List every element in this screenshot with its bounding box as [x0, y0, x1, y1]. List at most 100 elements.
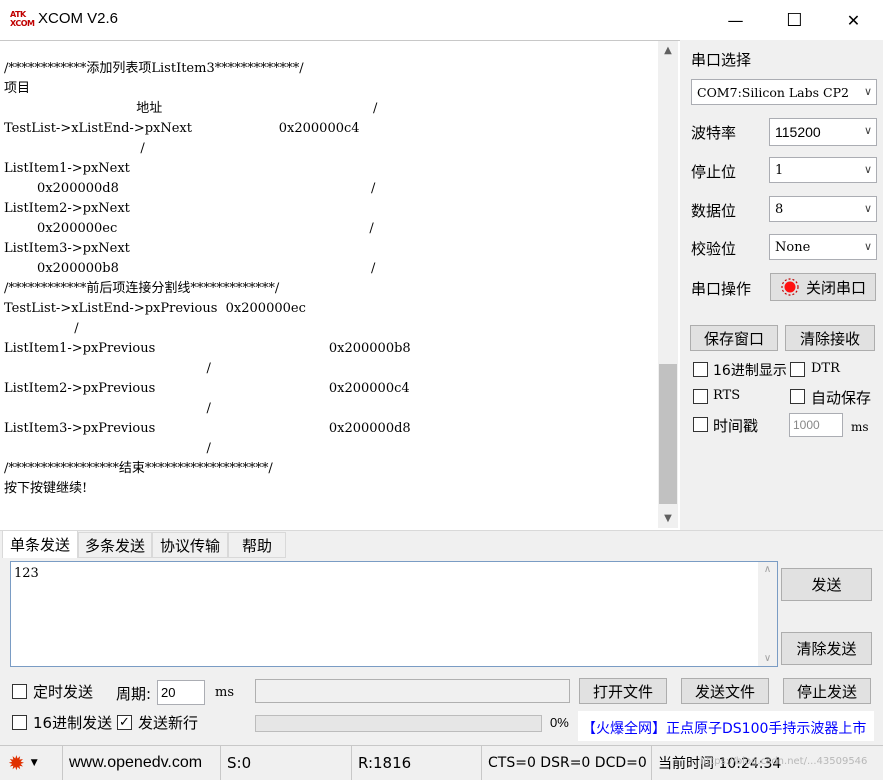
parity-value: None: [775, 239, 811, 255]
title-bar: ATK XCOM XCOM V2.6 — ☐ ✕: [0, 0, 883, 40]
watermark: https://blog.csdn.net/...43509546: [700, 756, 868, 767]
scroll-up-icon[interactable]: ∧: [758, 564, 777, 575]
period-ms-label: ms: [215, 685, 234, 700]
receive-line: /: [4, 401, 211, 416]
sent-count: S:0: [220, 746, 348, 780]
scroll-down-icon[interactable]: ▼: [658, 509, 678, 527]
receive-line: ListItem1->pxNext: [4, 161, 130, 176]
baud-label: 波特率: [691, 124, 737, 142]
auto-save-checkbox[interactable]: [790, 389, 805, 404]
receive-line: ListItem3->pxPrevious 0x200000d8: [4, 421, 411, 436]
scroll-down-icon[interactable]: ∨: [758, 653, 777, 664]
send-text: 123: [14, 566, 39, 581]
timed-send-checkbox[interactable]: [12, 684, 27, 699]
timestamp-ms-label: ms: [851, 420, 869, 434]
close-port-label: 关闭串口: [805, 278, 866, 297]
ad-text[interactable]: 【火爆全网】正点原子DS100手持示波器上市: [582, 718, 866, 738]
auto-save-label: 自动保存: [811, 389, 872, 407]
receive-line: /************前后项连接分割线*************/: [4, 281, 280, 296]
receive-area[interactable]: /************添加列表项ListItem3*************…: [0, 40, 680, 530]
logo-line-1: ATK: [10, 10, 26, 19]
tab-help[interactable]: 帮助: [228, 532, 286, 558]
save-window-button[interactable]: 保存窗口: [690, 325, 778, 351]
stop-bits-label: 停止位: [691, 163, 737, 181]
receive-line: 0x200000b8 /: [4, 261, 376, 276]
baud-select[interactable]: 115200 ∨: [769, 118, 877, 146]
receive-line: /************添加列表项ListItem3*************…: [4, 61, 304, 76]
hex-display-checkbox[interactable]: [693, 362, 708, 377]
receive-line: /*****************结束*******************/: [4, 461, 273, 476]
settings-menu[interactable]: ✹ ▼: [8, 752, 52, 774]
receive-line: /: [4, 361, 211, 376]
send-scrollbar[interactable]: ∧ ∨: [758, 562, 777, 666]
send-newline-checkbox[interactable]: ✓: [117, 715, 132, 730]
dtr-label: DTR: [811, 361, 840, 376]
maximize-button[interactable]: ☐: [765, 0, 824, 40]
file-path-field[interactable]: [255, 679, 570, 703]
scroll-thumb[interactable]: [659, 364, 677, 504]
receive-scrollbar[interactable]: ▲ ▼: [658, 41, 678, 528]
parity-select[interactable]: None ∨: [769, 234, 877, 260]
receive-line: /: [4, 321, 79, 336]
tab-divider: [0, 530, 883, 531]
minimize-button[interactable]: —: [706, 0, 765, 40]
clear-send-button[interactable]: 清除发送: [781, 632, 872, 665]
timed-send-label: 定时发送: [33, 683, 94, 701]
port-select[interactable]: COM7:Silicon Labs CP2 ∨: [691, 79, 877, 105]
website-link[interactable]: www.openedv.com: [62, 746, 218, 780]
receive-line: 地址 /: [4, 101, 378, 116]
parity-label: 校验位: [691, 240, 737, 258]
data-bits-select[interactable]: 8 ∨: [769, 196, 877, 222]
tab-multi-send[interactable]: 多条发送: [78, 532, 152, 558]
timestamp-checkbox[interactable]: [693, 417, 708, 432]
scroll-up-icon[interactable]: ▲: [658, 41, 678, 59]
dropdown-arrow-icon[interactable]: ▼: [31, 758, 38, 768]
stop-bits-select[interactable]: 1 ∨: [769, 157, 877, 183]
send-input[interactable]: 123 ∧ ∨: [10, 561, 778, 667]
rts-checkbox[interactable]: [693, 389, 708, 404]
clear-receive-button[interactable]: 清除接收: [785, 325, 875, 351]
send-progress-text: 0%: [550, 715, 569, 730]
status-bar: ✹ ▼ www.openedv.com S:0 R:1816 CTS=0 DSR…: [0, 745, 883, 780]
receive-line: TestList->xListEnd->pxNext 0x200000c4: [4, 121, 360, 136]
hex-display-label: 16进制显示: [713, 363, 787, 379]
dtr-checkbox[interactable]: [790, 362, 805, 377]
logo-line-2: XCOM: [10, 19, 35, 28]
chevron-down-icon: ∨: [863, 240, 872, 253]
period-input[interactable]: 20: [157, 680, 205, 705]
receive-text: /************添加列表项ListItem3*************…: [4, 59, 654, 524]
stop-bits-value: 1: [775, 162, 784, 178]
close-button[interactable]: ✕: [824, 0, 883, 40]
receive-line: /: [4, 441, 211, 456]
timestamp-input[interactable]: 1000: [789, 413, 843, 437]
check-icon: ✓: [119, 715, 130, 730]
send-file-button[interactable]: 发送文件: [681, 678, 769, 704]
chevron-down-icon: ∨: [863, 125, 872, 137]
timestamp-label: 时间戳: [713, 417, 759, 435]
data-bits-value: 8: [775, 201, 784, 217]
hex-send-label: 16进制发送: [33, 714, 113, 732]
receive-line: ListItem1->pxPrevious 0x200000b8: [4, 341, 411, 356]
chevron-down-icon: ∨: [863, 163, 872, 176]
port-status-icon: [781, 278, 799, 296]
receive-line: /: [4, 141, 145, 156]
close-port-button[interactable]: 关闭串口: [770, 273, 876, 301]
port-operation-label: 串口操作: [691, 280, 752, 298]
receive-line: ListItem2->pxNext: [4, 201, 130, 216]
port-select-value: COM7:Silicon Labs CP2: [697, 84, 849, 100]
hex-send-checkbox[interactable]: [12, 715, 27, 730]
gear-icon[interactable]: ✹: [8, 753, 25, 773]
receive-line: ListItem2->pxPrevious 0x200000c4: [4, 381, 410, 396]
stop-send-button[interactable]: 停止发送: [783, 678, 871, 704]
open-file-button[interactable]: 打开文件: [579, 678, 667, 704]
tab-protocol[interactable]: 协议传输: [152, 532, 228, 558]
receive-line: 按下按键继续!: [4, 481, 88, 496]
receive-line: ListItem3->pxNext: [4, 241, 130, 256]
baud-value: 115200: [775, 124, 821, 140]
receive-line: 0x200000d8 /: [4, 181, 376, 196]
chevron-down-icon: ∨: [863, 202, 872, 215]
send-progress-bar: [255, 715, 542, 732]
receive-line: 0x200000ec /: [4, 221, 374, 236]
tab-single-send[interactable]: 单条发送: [2, 530, 78, 558]
send-button[interactable]: 发送: [781, 568, 872, 601]
